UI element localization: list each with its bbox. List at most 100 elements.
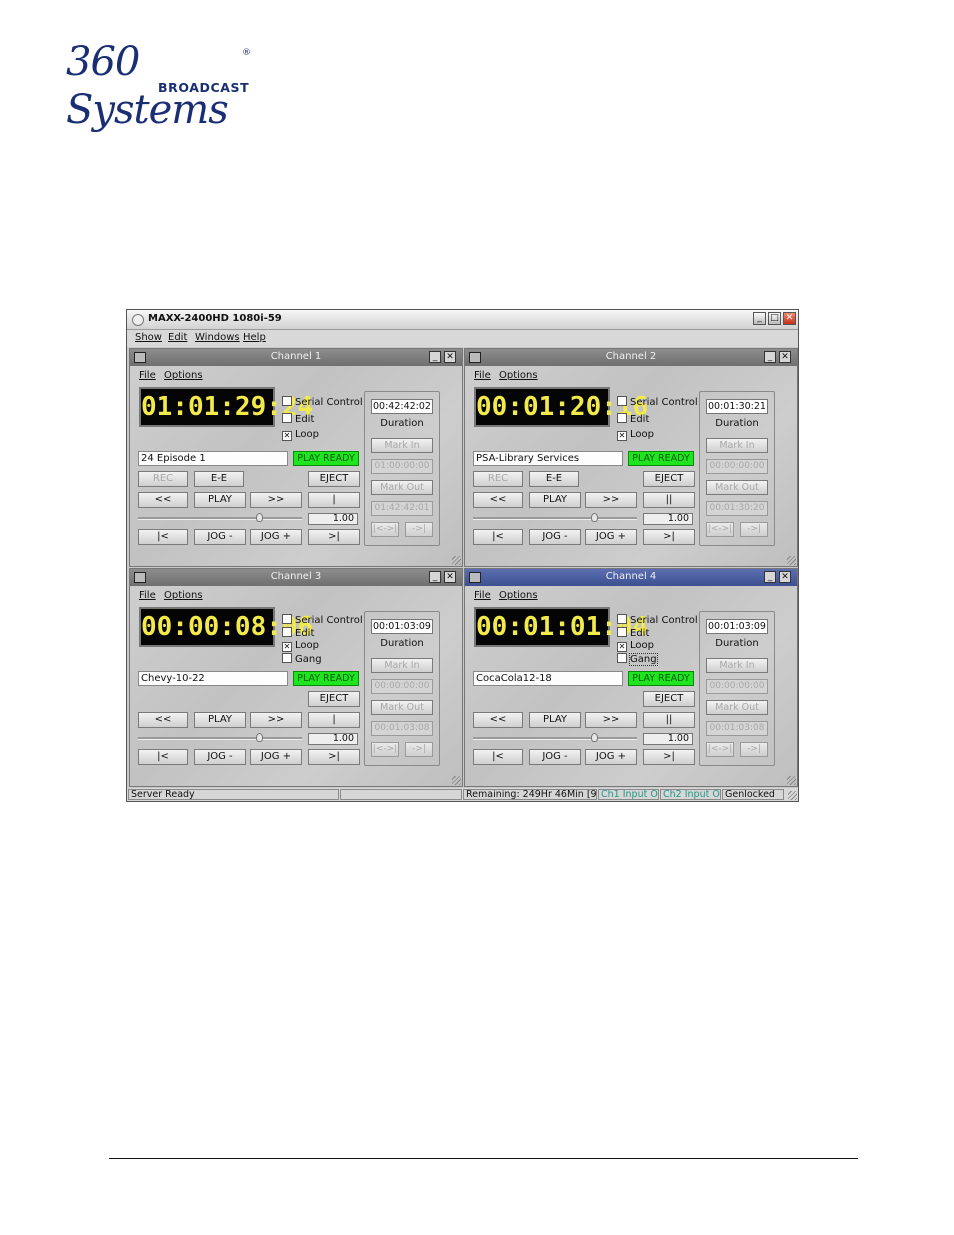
slider-knob[interactable] [256, 513, 263, 522]
resize-grip[interactable] [452, 776, 461, 785]
eject-button[interactable]: EJECT [308, 691, 360, 707]
ee-button[interactable]: E-E [529, 471, 579, 487]
channel-menu-file[interactable]: File [474, 370, 491, 381]
channel-titlebar[interactable]: Channel 2 _ ✕ [465, 349, 797, 366]
eject-button[interactable]: EJECT [308, 471, 360, 487]
rewind-button[interactable]: << [473, 712, 523, 728]
jog-minus-button[interactable]: JOG - [529, 749, 581, 765]
cue-out-button[interactable]: ->| [405, 522, 433, 537]
eject-button[interactable]: EJECT [643, 471, 695, 487]
mark-out-button[interactable]: Mark Out [706, 480, 768, 495]
fast-forward-button[interactable]: >> [585, 492, 637, 508]
go-to-end-button[interactable]: >| [308, 529, 360, 545]
play-selection-button[interactable]: |<->| [371, 742, 399, 757]
channel-menu-options[interactable]: Options [164, 370, 203, 381]
cue-out-button[interactable]: ->| [405, 742, 433, 757]
checkbox-box[interactable] [282, 413, 292, 423]
clip-name-field[interactable]: PSA-Library Services [473, 451, 623, 466]
serial-control-checkbox[interactable]: Serial Control [282, 396, 363, 408]
clip-name-field[interactable]: 24 Episode 1 [138, 451, 288, 466]
checkbox-box[interactable] [282, 396, 292, 406]
mark-in-button[interactable]: Mark In [706, 438, 768, 453]
loop-checkbox[interactable]: ✕ Loop [282, 429, 319, 441]
play-selection-button[interactable]: |<->| [371, 522, 399, 537]
pause-button[interactable]: | [308, 712, 360, 728]
shuttle-slider[interactable] [473, 733, 637, 742]
clip-name-field[interactable]: Chevy-10-22 [138, 671, 288, 686]
serial-control-checkbox[interactable]: Serial Control [617, 396, 698, 408]
checkbox-box[interactable] [617, 614, 627, 624]
channel-minimize-button[interactable]: _ [429, 571, 441, 583]
mark-in-time[interactable]: 01:00:00:00 [371, 459, 433, 474]
channel-menu-file[interactable]: File [139, 590, 156, 601]
fast-forward-button[interactable]: >> [250, 492, 302, 508]
resize-grip[interactable] [787, 556, 796, 565]
go-to-start-button[interactable]: |< [138, 529, 188, 545]
mark-in-button[interactable]: Mark In [371, 658, 433, 673]
checkbox-box-checked[interactable]: ✕ [282, 642, 292, 652]
gang-checkbox[interactable]: Gang [617, 653, 658, 666]
jog-minus-button[interactable]: JOG - [194, 749, 246, 765]
channel-close-button[interactable]: ✕ [779, 571, 791, 583]
fast-forward-button[interactable]: >> [250, 712, 302, 728]
close-button[interactable]: ✕ [783, 312, 796, 325]
mark-in-button[interactable]: Mark In [371, 438, 433, 453]
channel-titlebar-active[interactable]: Channel 4 _ ✕ [465, 569, 797, 586]
go-to-start-button[interactable]: |< [473, 529, 523, 545]
rec-button[interactable]: REC [473, 471, 523, 487]
serial-control-checkbox[interactable]: Serial Control [282, 614, 363, 626]
rec-button[interactable]: REC [138, 471, 188, 487]
rewind-button[interactable]: << [138, 712, 188, 728]
channel-close-button[interactable]: ✕ [444, 351, 456, 363]
shuttle-slider[interactable] [138, 513, 302, 522]
checkbox-box[interactable] [617, 396, 627, 406]
edit-checkbox[interactable]: Edit [617, 413, 649, 425]
channel-close-button[interactable]: ✕ [779, 351, 791, 363]
channel-menu-file[interactable]: File [474, 590, 491, 601]
go-to-end-button[interactable]: >| [308, 749, 360, 765]
mark-out-time[interactable]: 00:01:30:20 [706, 501, 768, 516]
slider-knob[interactable] [591, 513, 598, 522]
channel-minimize-button[interactable]: _ [764, 571, 776, 583]
jog-minus-button[interactable]: JOG - [529, 529, 581, 545]
channel-menu-options[interactable]: Options [499, 590, 538, 601]
mark-in-time[interactable]: 00:00:00:00 [371, 679, 433, 694]
pause-button[interactable]: || [643, 492, 695, 508]
maximize-button[interactable]: □ [768, 312, 781, 325]
mark-out-time[interactable]: 00:01:03:08 [371, 721, 433, 736]
mark-in-button[interactable]: Mark In [706, 658, 768, 673]
channel-close-button[interactable]: ✕ [444, 571, 456, 583]
resize-grip[interactable] [452, 556, 461, 565]
rewind-button[interactable]: << [138, 492, 188, 508]
channel-menu-options[interactable]: Options [499, 370, 538, 381]
jog-plus-button[interactable]: JOG + [585, 749, 637, 765]
shuttle-slider[interactable] [473, 513, 637, 522]
mark-out-button[interactable]: Mark Out [371, 700, 433, 715]
menu-show[interactable]: Show [135, 332, 162, 343]
window-titlebar[interactable]: MAXX-2400HD 1080i-59 _ □ ✕ [127, 310, 798, 330]
menu-edit[interactable]: Edit [168, 332, 187, 343]
loop-checkbox[interactable]: ✕ Loop [282, 640, 319, 652]
slider-knob[interactable] [256, 733, 263, 742]
play-button[interactable]: PLAY [529, 492, 581, 508]
play-selection-button[interactable]: |<->| [706, 522, 734, 537]
checkbox-box[interactable] [282, 653, 292, 663]
pause-button[interactable]: | [308, 492, 360, 508]
jog-plus-button[interactable]: JOG + [585, 529, 637, 545]
loop-checkbox[interactable]: ✕ Loop [617, 429, 654, 441]
mark-in-time[interactable]: 00:00:00:00 [706, 459, 768, 474]
checkbox-box[interactable] [617, 653, 627, 663]
channel-minimize-button[interactable]: _ [429, 351, 441, 363]
channel-menu-options[interactable]: Options [164, 590, 203, 601]
menu-help[interactable]: Help [243, 332, 266, 343]
go-to-start-button[interactable]: |< [473, 749, 523, 765]
fast-forward-button[interactable]: >> [585, 712, 637, 728]
play-button[interactable]: PLAY [529, 712, 581, 728]
loop-checkbox[interactable]: ✕ Loop [617, 640, 654, 652]
gang-checkbox[interactable]: Gang [282, 653, 322, 665]
cue-out-button[interactable]: ->| [740, 522, 768, 537]
play-button[interactable]: PLAY [194, 712, 246, 728]
edit-checkbox[interactable]: Edit [282, 627, 314, 639]
play-button[interactable]: PLAY [194, 492, 246, 508]
eject-button[interactable]: EJECT [643, 691, 695, 707]
